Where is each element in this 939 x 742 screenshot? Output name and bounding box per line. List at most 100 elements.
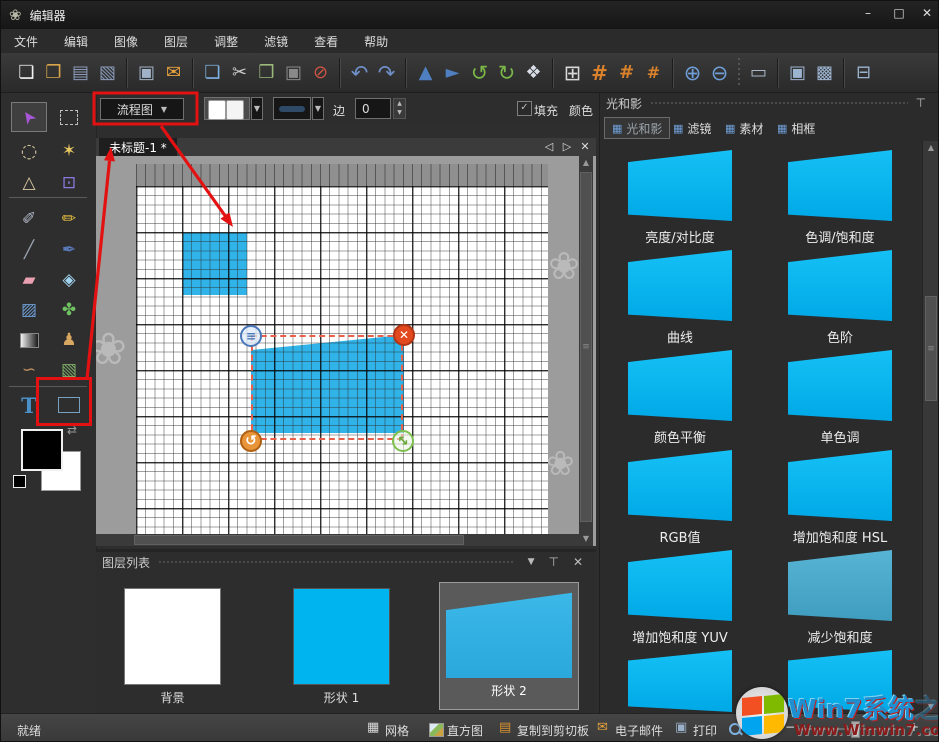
- scroll-down-icon[interactable]: ▼: [923, 702, 939, 711]
- tab-material[interactable]: ▦ 素材: [718, 117, 770, 139]
- snap-medium-icon[interactable]: #: [613, 58, 640, 88]
- scrollbar-thumb[interactable]: ≡: [580, 172, 592, 522]
- group-icon[interactable]: ▣: [784, 58, 811, 88]
- layer-item-shape2-selected[interactable]: 形状 2: [439, 582, 579, 710]
- swap-colors-icon[interactable]: ⇄: [67, 423, 77, 437]
- line-style-dropdown[interactable]: [273, 97, 311, 120]
- ungroup-icon[interactable]: ▩: [811, 58, 838, 88]
- cut-icon[interactable]: ✂: [226, 58, 253, 88]
- menu-layer[interactable]: 图层: [151, 33, 201, 50]
- clone-stamp-tool[interactable]: ♟: [51, 325, 87, 355]
- edge-width-spinner[interactable]: ▲ ▼: [393, 98, 406, 119]
- histogram-label[interactable]: 直方图: [447, 722, 483, 739]
- canvas-horizontal-scrollbar[interactable]: [96, 534, 579, 546]
- flip-vertical-icon[interactable]: ►: [439, 58, 466, 88]
- grid-toggle-label[interactable]: 网格: [385, 722, 409, 739]
- fill-checkbox[interactable]: ✓: [517, 101, 532, 116]
- smudge-tool[interactable]: ∽: [11, 355, 47, 385]
- rotate-right-icon[interactable]: ↻: [493, 58, 520, 88]
- gradient-tool[interactable]: [11, 325, 47, 355]
- tab-filter[interactable]: ▦ 滤镜: [666, 117, 718, 139]
- resize-grip-icon[interactable]: ◢: [925, 724, 933, 737]
- menu-edit[interactable]: 编辑: [51, 33, 101, 50]
- zoom-slider-thumb[interactable]: [851, 721, 860, 738]
- zoom-in-button[interactable]: +: [909, 720, 919, 734]
- print-label[interactable]: 打印: [693, 722, 717, 739]
- spinner-down-icon[interactable]: ▼: [394, 108, 405, 117]
- menu-view[interactable]: 查看: [301, 33, 351, 50]
- fill-bucket-tool[interactable]: ▨: [11, 295, 47, 325]
- tab-light-shadow[interactable]: ▦ 光和影: [604, 117, 670, 139]
- color-effect-tool[interactable]: ✤: [51, 295, 87, 325]
- effect-item-monochrome[interactable]: 单色调: [765, 350, 915, 446]
- lasso-tool[interactable]: ◌: [11, 136, 47, 166]
- effect-item-partial[interactable]: [605, 650, 755, 712]
- delete-icon[interactable]: ⊘: [307, 58, 334, 88]
- rotate-left-icon[interactable]: ↺: [466, 58, 493, 88]
- brush-tool[interactable]: ✒: [51, 235, 87, 265]
- scrollbar-thumb[interactable]: ≡: [925, 296, 937, 401]
- effect-item-brightness-contrast[interactable]: 亮度/对比度: [605, 150, 755, 246]
- scroll-up-icon[interactable]: ▲: [923, 141, 939, 155]
- email-label[interactable]: 电子邮件: [615, 722, 663, 739]
- histogram-icon[interactable]: [429, 723, 444, 737]
- effect-item-hue-saturation[interactable]: 色调/饱和度: [765, 150, 915, 246]
- tab-close-icon[interactable]: ✕: [577, 139, 593, 155]
- document-tab[interactable]: 未标题-1 *: [99, 138, 177, 156]
- effect-item-curves[interactable]: 曲线: [605, 250, 755, 346]
- canvas-workspace[interactable]: ❀ ❀ ❀ ≡ ✕ ↺ ↔ ▲ ≡ ▼: [96, 156, 596, 546]
- marquee-select-tool[interactable]: [51, 102, 87, 132]
- blur-tool[interactable]: ◈: [51, 265, 87, 295]
- menu-image[interactable]: 图像: [101, 33, 151, 50]
- rectangle-shape-tool[interactable]: [51, 390, 87, 420]
- clipboard-icon[interactable]: ▤: [499, 720, 511, 735]
- show-grid-icon[interactable]: ⊞: [559, 58, 586, 88]
- polygon-lasso-tool[interactable]: △: [11, 168, 47, 198]
- knife-tool[interactable]: ✐: [11, 204, 47, 234]
- line-tool[interactable]: ╱: [11, 235, 47, 265]
- new-file-icon[interactable]: ❏: [13, 58, 40, 88]
- email-icon[interactable]: ✉: [160, 58, 187, 88]
- text-tool[interactable]: T: [11, 390, 47, 420]
- grid-toggle-icon[interactable]: ▦: [367, 720, 379, 735]
- save-icon[interactable]: ▤: [67, 58, 94, 88]
- copy-icon[interactable]: ❏: [199, 58, 226, 88]
- fill-style-dropdown[interactable]: [204, 97, 250, 120]
- save-as-icon[interactable]: ▧: [94, 58, 121, 88]
- image-adjust-tool[interactable]: ▧: [51, 355, 87, 385]
- effect-item-saturate-hsl[interactable]: 增加饱和度 HSL: [765, 450, 915, 546]
- printer-icon[interactable]: ▣: [675, 720, 687, 735]
- layer-item-shape1[interactable]: 形状 1: [293, 588, 390, 706]
- pointer-tool[interactable]: ➤: [11, 102, 47, 132]
- maximize-button[interactable]: □: [888, 6, 910, 20]
- selection-handle-move[interactable]: ≡: [240, 325, 262, 347]
- email-icon[interactable]: ✉: [597, 720, 608, 735]
- undo-icon[interactable]: ↶: [346, 58, 373, 88]
- zoom-in-icon[interactable]: ⊕: [679, 58, 706, 88]
- effect-item-desaturate[interactable]: 减少饱和度: [765, 550, 915, 646]
- edge-width-input[interactable]: 0: [355, 98, 391, 119]
- snap-large-icon[interactable]: #: [640, 58, 667, 88]
- menu-filter[interactable]: 滤镜: [251, 33, 301, 50]
- tab-next-icon[interactable]: ▷: [559, 139, 575, 155]
- shape-1-square[interactable]: [183, 233, 247, 295]
- pin-icon[interactable]: ⊤: [916, 96, 926, 110]
- zoom-out-icon[interactable]: ⊖: [706, 58, 733, 88]
- effect-item-partial[interactable]: [765, 650, 915, 712]
- close-button[interactable]: ✕: [916, 6, 938, 20]
- copy-clipboard-label[interactable]: 复制到剪切板: [517, 722, 589, 739]
- layer-item-background[interactable]: 背景: [124, 588, 221, 706]
- magic-wand-tool[interactable]: ✶: [51, 136, 87, 166]
- reset-colors-icon[interactable]: [13, 475, 26, 488]
- snap-small-icon[interactable]: #: [586, 58, 613, 88]
- selection-handle-delete[interactable]: ✕: [393, 324, 415, 346]
- shape-type-dropdown[interactable]: 流程图 ▼: [100, 98, 184, 120]
- minimize-button[interactable]: –: [857, 6, 879, 20]
- menu-help[interactable]: 帮助: [351, 33, 401, 50]
- selection-handle-rotate[interactable]: ↺: [240, 430, 262, 452]
- image-size-icon[interactable]: ❖: [520, 58, 547, 88]
- paste-special-icon[interactable]: ▣: [280, 58, 307, 88]
- pencil-tool[interactable]: ✏: [51, 204, 87, 234]
- print-icon[interactable]: ▣: [133, 58, 160, 88]
- close-icon[interactable]: ✕: [573, 555, 583, 569]
